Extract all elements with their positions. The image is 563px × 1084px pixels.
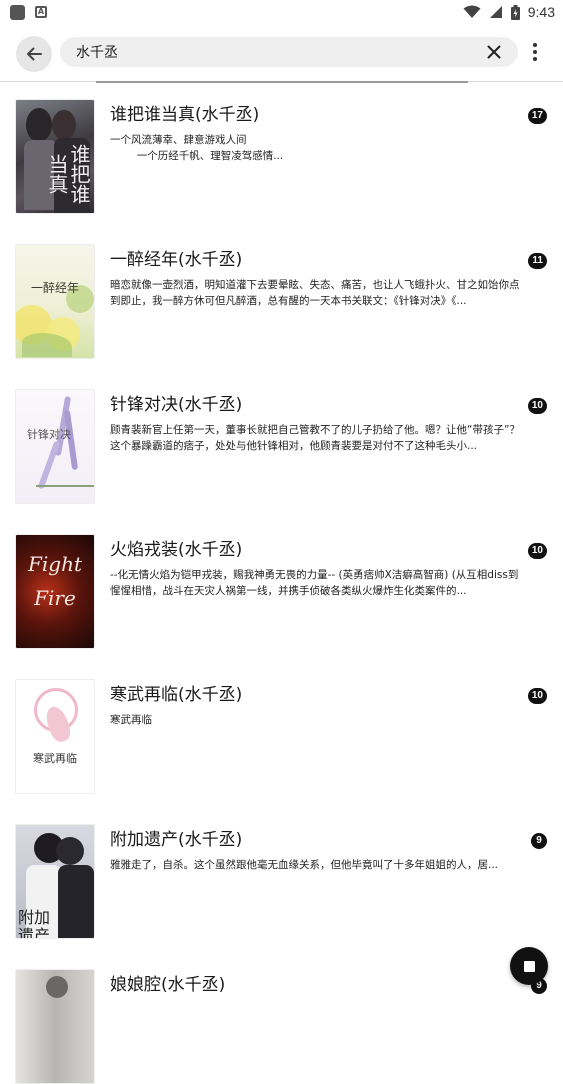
- cover-title: 寒武再临: [33, 752, 77, 765]
- book-cover: Fight Fire: [15, 534, 95, 649]
- book-title: 附加遗产(水千丞): [110, 830, 243, 850]
- cover-title: 针锋对决: [27, 428, 71, 441]
- cover-title: 一醉经年: [30, 281, 79, 295]
- book-cover: 附加遗产: [15, 824, 95, 939]
- chapter-count-badge: 10: [527, 543, 547, 559]
- chapter-count-badge: 11: [528, 253, 547, 269]
- book-cover: 谁把谁当真: [15, 99, 95, 214]
- wifi-icon: [463, 5, 481, 18]
- search-input[interactable]: [76, 44, 482, 60]
- list-item[interactable]: 寒武再临 寒武再临(水千丞) 寒武再临 10: [0, 664, 563, 794]
- list-item[interactable]: 附加遗产 附加遗产(水千丞) 雅雅走了，自杀。这个虽然跟他毫无血缘关系，但他毕竟…: [0, 809, 563, 939]
- list-item[interactable]: 一醉经年 一醉经年(水千丞) 暗恋就像一壶烈酒，明知道灌下去要晕眩、失态、痛苦，…: [0, 229, 563, 359]
- list-item[interactable]: 针锋对决 针锋对决(水千丞) 顾青裴新官上任第一天，董事长就把自己管教不了的儿子…: [0, 374, 563, 504]
- close-icon: [487, 45, 501, 59]
- list-item[interactable]: Fight Fire 火焰戎装(水千丞) --化无情火焰为铠甲戎装，赐我神勇无畏…: [0, 519, 563, 649]
- book-title: 一醉经年(水千丞): [110, 250, 243, 270]
- chapter-count-badge: 17: [527, 108, 547, 124]
- stop-fab-button[interactable]: [510, 947, 548, 985]
- book-cover: 针锋对决: [15, 389, 95, 504]
- cover-title: 谁把谁当真: [45, 143, 91, 204]
- a-icon: A: [35, 6, 47, 18]
- book-description: 雅雅走了，自杀。这个虽然跟他毫无血缘关系，但他毕竟叫了十多年姐姐的人，居...: [110, 859, 499, 871]
- app-bar: [0, 24, 563, 82]
- battery-icon: [510, 4, 520, 20]
- book-title: 谁把谁当真(水千丞): [110, 105, 260, 125]
- clear-search-button[interactable]: [482, 40, 506, 64]
- book-description: 暗恋就像一壶烈酒，明知道灌下去要晕眩、失态、痛苦，也让人飞蛾扑火、甘之如饴你点到…: [110, 279, 520, 307]
- book-description: 顾青裴新官上任第一天，董事长就把自己管教不了的儿子扔给了他。嗯？让他“带孩子”？…: [110, 424, 520, 452]
- book-cover: 一醉经年: [15, 244, 95, 359]
- book-description: --化无情火焰为铠甲戎装，赐我神勇无畏的力量-- (英勇痞帅X洁癖高智商) (从…: [110, 569, 519, 597]
- cover-title: Fight Fire: [28, 552, 82, 610]
- chapter-count-badge: 10: [527, 688, 547, 704]
- book-description: 一个风流薄幸、肆意游戏人间 一个历经千帆、理智凌驾感情...: [110, 134, 284, 162]
- stop-icon: [523, 960, 535, 972]
- book-description: 寒武再临: [110, 714, 152, 726]
- chapter-count-badge: 9: [531, 833, 547, 849]
- book-title: 针锋对决(水千丞): [110, 395, 243, 415]
- search-box[interactable]: [60, 37, 518, 67]
- square-icon: [10, 4, 25, 20]
- status-right-icons: 9:43: [463, 4, 555, 20]
- back-button[interactable]: [16, 36, 52, 72]
- status-bar: A 9:43: [0, 0, 563, 24]
- status-time: 9:43: [527, 4, 555, 20]
- book-title: 火焰戎装(水千丞): [110, 540, 243, 560]
- more-options-button[interactable]: [526, 40, 544, 64]
- cover-title: 附加遗产: [17, 908, 50, 939]
- scroll-indicator: [96, 81, 468, 83]
- signal-icon: [489, 6, 502, 18]
- book-cover: 寒武再临: [15, 679, 95, 794]
- list-item[interactable]: 谁把谁当真 谁把谁当真(水千丞) 一个风流薄幸、肆意游戏人间 一个历经千帆、理智…: [0, 84, 563, 214]
- status-left-icons: A: [10, 4, 47, 20]
- book-title: 寒武再临(水千丞): [110, 685, 243, 705]
- chapter-count-badge: 10: [527, 398, 547, 414]
- book-title: 娘娘腔(水千丞): [110, 975, 226, 995]
- back-arrow-icon: [27, 47, 42, 61]
- list-item[interactable]: 娘娘腔(水千丞) 9: [0, 954, 563, 1084]
- more-vert-icon: [533, 43, 537, 47]
- book-cover: [15, 969, 95, 1084]
